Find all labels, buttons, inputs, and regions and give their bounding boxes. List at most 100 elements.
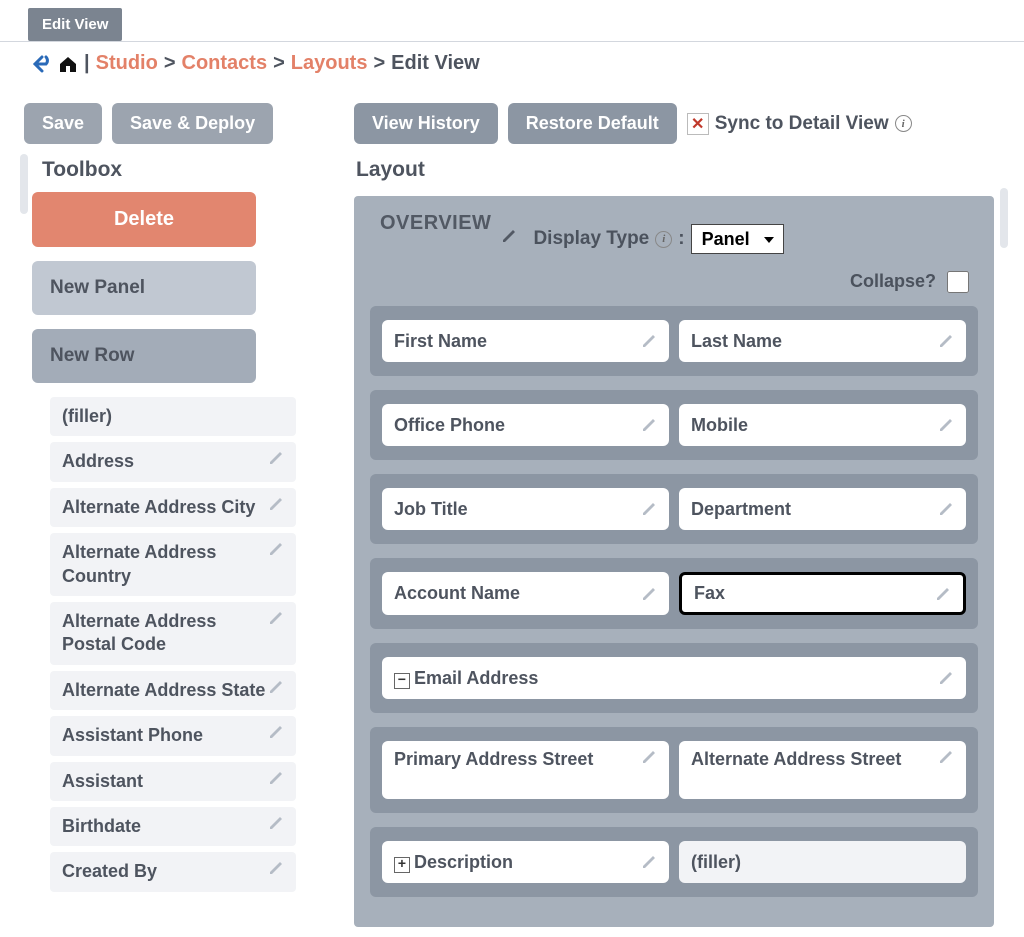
layout-field[interactable]: Office Phone	[382, 404, 669, 446]
toolbox-title: Toolbox	[42, 158, 324, 182]
pencil-icon[interactable]	[641, 501, 657, 517]
field-label: Department	[691, 499, 791, 519]
pencil-icon[interactable]	[268, 770, 284, 786]
layout-panel: OVERVIEW Display Type i : Panel	[354, 196, 994, 927]
toolbox-item-label: Alternate Address Postal Code	[62, 610, 268, 657]
layout-field[interactable]: Mobile	[679, 404, 966, 446]
layout-field[interactable]: First Name	[382, 320, 669, 362]
restore-default-button[interactable]: Restore Default	[508, 103, 677, 144]
layout-field[interactable]: (filler)	[679, 841, 966, 883]
collapse-checkbox[interactable]	[947, 271, 969, 293]
tab-edit-view[interactable]: Edit View	[28, 8, 122, 41]
toolbox-item[interactable]: Assistant	[50, 762, 296, 801]
toolbox-item-label: Birthdate	[62, 815, 268, 838]
pencil-icon[interactable]	[268, 815, 284, 831]
field-label: Primary Address Street	[394, 749, 593, 769]
layout-field[interactable]: Last Name	[679, 320, 966, 362]
delete-button[interactable]: Delete	[32, 192, 256, 247]
layout-field[interactable]: Alternate Address Street	[679, 741, 966, 799]
pencil-icon[interactable]	[938, 749, 954, 765]
pencil-icon[interactable]	[641, 586, 657, 602]
new-panel-button[interactable]: New Panel	[32, 261, 256, 315]
field-label: Account Name	[394, 583, 520, 603]
layout-row: First Name Last Name	[370, 306, 978, 376]
toolbox-item[interactable]: Address	[50, 442, 296, 481]
field-label: Office Phone	[394, 415, 505, 435]
info-icon[interactable]: i	[895, 115, 912, 132]
toolbox-item[interactable]: Birthdate	[50, 807, 296, 846]
layout-title: Layout	[356, 158, 994, 182]
toolbox-item-label: (filler)	[62, 405, 284, 428]
field-label: Email Address	[414, 668, 538, 688]
toolbox-item-label: Alternate Address State	[62, 679, 268, 702]
breadcrumb: | Studio > Contacts > Layouts > Edit Vie…	[0, 42, 1024, 81]
toolbox-item[interactable]: Assistant Phone	[50, 716, 296, 755]
layout-field[interactable]: −Email Address	[382, 657, 966, 699]
pencil-icon[interactable]	[268, 496, 284, 512]
layout-row: Primary Address Street Alternate Address …	[370, 727, 978, 813]
pencil-icon[interactable]	[268, 450, 284, 466]
pencil-icon[interactable]	[268, 724, 284, 740]
layout-row: −Email Address	[370, 643, 978, 713]
layout-row: Job Title Department	[370, 474, 978, 544]
field-label: Last Name	[691, 331, 782, 351]
sync-label: Sync to Detail View	[715, 113, 889, 135]
pencil-icon[interactable]	[268, 610, 284, 626]
pencil-icon[interactable]	[938, 501, 954, 517]
sync-remove-icon[interactable]: ✕	[687, 113, 709, 135]
breadcrumb-studio[interactable]: Studio	[96, 52, 158, 75]
pencil-icon[interactable]	[938, 333, 954, 349]
back-arrow-icon[interactable]	[32, 55, 52, 73]
pencil-icon[interactable]	[268, 679, 284, 695]
layout-field[interactable]: +Description	[382, 841, 669, 883]
toolbox-item[interactable]: Alternate Address Postal Code	[50, 602, 296, 665]
field-label: (filler)	[691, 852, 741, 872]
layout-row: +Description (filler)	[370, 827, 978, 897]
breadcrumb-layouts[interactable]: Layouts	[291, 52, 368, 75]
pencil-icon[interactable]	[641, 854, 657, 870]
toolbox-item[interactable]: Alternate Address Country	[50, 533, 296, 596]
toolbox-item[interactable]: Created By	[50, 852, 296, 891]
pencil-icon[interactable]	[938, 670, 954, 686]
pencil-icon[interactable]	[938, 417, 954, 433]
info-icon[interactable]: i	[655, 231, 672, 248]
view-history-button[interactable]: View History	[354, 103, 498, 144]
expand-icon[interactable]: +	[394, 857, 410, 873]
scroll-handle-right[interactable]	[1000, 188, 1008, 248]
toolbox-item-label: Created By	[62, 860, 268, 883]
layout-field[interactable]: Job Title	[382, 488, 669, 530]
field-label: Alternate Address Street	[691, 749, 901, 769]
field-label: Mobile	[691, 415, 748, 435]
toolbox-item-label: Alternate Address City	[62, 496, 268, 519]
home-icon[interactable]	[58, 55, 78, 73]
display-type-select[interactable]: Panel	[691, 224, 784, 254]
layout-field[interactable]: Account Name	[382, 572, 669, 615]
field-label: First Name	[394, 331, 487, 351]
pencil-icon[interactable]	[641, 417, 657, 433]
pencil-icon[interactable]	[641, 333, 657, 349]
toolbox-item[interactable]: (filler)	[50, 397, 296, 436]
toolbox-item-label: Address	[62, 450, 268, 473]
pencil-icon[interactable]	[268, 860, 284, 876]
pencil-icon[interactable]	[935, 586, 951, 602]
new-row-button[interactable]: New Row	[32, 329, 256, 383]
scroll-handle-left[interactable]	[20, 154, 28, 214]
field-label: Description	[414, 852, 513, 872]
pencil-icon[interactable]	[641, 749, 657, 765]
save-button[interactable]: Save	[24, 103, 102, 144]
pencil-icon[interactable]	[501, 228, 517, 244]
layout-field[interactable]: Fax	[679, 572, 966, 615]
collapse-icon[interactable]: −	[394, 673, 410, 689]
layout-field[interactable]: Department	[679, 488, 966, 530]
layout-field[interactable]: Primary Address Street	[382, 741, 669, 799]
breadcrumb-current: Edit View	[391, 52, 480, 75]
panel-heading: OVERVIEW	[380, 212, 491, 235]
breadcrumb-contacts[interactable]: Contacts	[182, 52, 268, 75]
toolbox-item-label: Alternate Address Country	[62, 541, 268, 588]
toolbox-item[interactable]: Alternate Address State	[50, 671, 296, 710]
toolbox-item[interactable]: Alternate Address City	[50, 488, 296, 527]
toolbox-item-label: Assistant Phone	[62, 724, 268, 747]
field-label: Fax	[694, 583, 725, 603]
save-deploy-button[interactable]: Save & Deploy	[112, 103, 273, 144]
pencil-icon[interactable]	[268, 541, 284, 557]
